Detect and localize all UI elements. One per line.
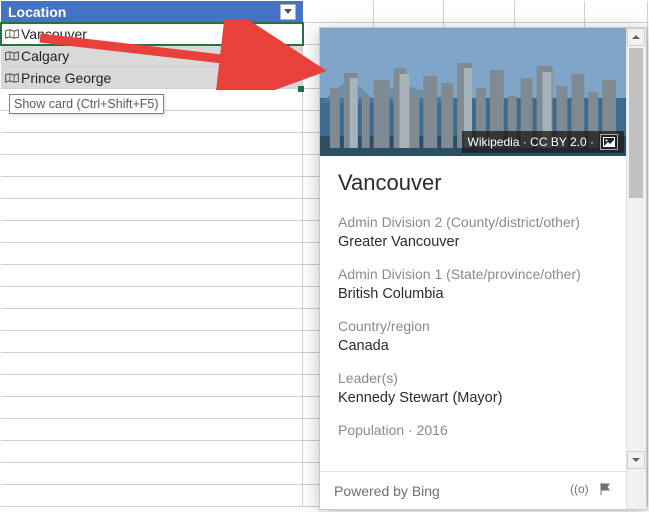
empty-cell[interactable] xyxy=(1,419,303,441)
field-value[interactable]: Greater Vancouver xyxy=(338,234,608,250)
field-admin-division-2: Admin Division 2 (County/district/other)… xyxy=(338,214,608,250)
field-value[interactable]: British Columbia xyxy=(338,286,608,302)
field-value[interactable]: Canada xyxy=(338,338,608,354)
svg-text:((o)): ((o)) xyxy=(570,482,588,496)
field-admin-division-1: Admin Division 1 (State/province/other) … xyxy=(338,266,608,302)
scroll-thumb[interactable] xyxy=(629,48,643,198)
empty-cell[interactable] xyxy=(1,397,303,419)
cell-text: Calgary xyxy=(21,48,69,64)
field-label: Admin Division 2 (County/district/other) xyxy=(338,214,608,230)
card-title: Vancouver xyxy=(338,170,608,196)
field-label: Leader(s) xyxy=(338,370,608,386)
empty-cell[interactable] xyxy=(1,485,303,507)
cell-text: Vancouver xyxy=(21,26,87,42)
data-type-card: Wikipedia · CC BY 2.0 · Vancouver Admin … xyxy=(319,27,647,510)
field-label: Population · 2016 xyxy=(338,422,608,438)
flag-icon[interactable] xyxy=(598,482,612,499)
column-header-label: Location xyxy=(8,4,66,20)
geography-icon xyxy=(5,50,19,62)
empty-cell[interactable] xyxy=(1,331,303,353)
empty-cell[interactable] xyxy=(1,221,303,243)
geography-icon xyxy=(5,28,19,40)
field-leaders: Leader(s) Kennedy Stewart (Mayor) xyxy=(338,370,608,406)
card-image[interactable]: Wikipedia · CC BY 2.0 · xyxy=(320,28,626,156)
empty-cell[interactable] xyxy=(1,243,303,265)
field-country-region: Country/region Canada xyxy=(338,318,608,354)
empty-header-cell[interactable] xyxy=(515,1,585,23)
empty-cell[interactable] xyxy=(1,441,303,463)
tooltip-show-card: Show card (Ctrl+Shift+F5) xyxy=(9,94,164,114)
empty-cell[interactable] xyxy=(1,353,303,375)
empty-header-cell[interactable] xyxy=(303,1,374,23)
empty-header-cell[interactable] xyxy=(444,1,515,23)
cell-text: Prince George xyxy=(21,70,111,86)
field-value[interactable]: Kennedy Stewart (Mayor) xyxy=(338,390,608,406)
selection-fill-handle[interactable] xyxy=(298,86,304,92)
cell-calgary[interactable]: Calgary xyxy=(1,45,303,67)
empty-cell[interactable] xyxy=(1,111,303,133)
empty-cell[interactable] xyxy=(1,463,303,485)
empty-header-cell[interactable] xyxy=(374,1,444,23)
geography-icon xyxy=(5,72,19,84)
field-population: Population · 2016 xyxy=(338,422,608,438)
footer-text: Powered by Bing xyxy=(334,483,440,499)
empty-cell[interactable] xyxy=(1,177,303,199)
empty-cell[interactable] xyxy=(1,155,303,177)
card-scrollbar[interactable] xyxy=(626,28,646,509)
empty-cell[interactable] xyxy=(1,133,303,155)
signal-icon[interactable]: ((o)) xyxy=(570,482,588,499)
field-label: Country/region xyxy=(338,318,608,334)
cell-vancouver[interactable]: Vancouver xyxy=(1,23,303,45)
image-expand-icon[interactable] xyxy=(600,134,618,150)
image-credit[interactable]: Wikipedia · CC BY 2.0 · xyxy=(462,131,625,153)
scroll-down-button[interactable] xyxy=(627,451,645,469)
filter-dropdown-button[interactable] xyxy=(280,4,296,20)
card-footer: Powered by Bing ((o)) xyxy=(320,471,626,509)
empty-cell[interactable] xyxy=(1,375,303,397)
column-header-location[interactable]: Location xyxy=(1,1,303,23)
scroll-up-button[interactable] xyxy=(627,28,645,46)
empty-cell[interactable] xyxy=(1,199,303,221)
empty-header-cell[interactable] xyxy=(585,1,648,23)
empty-cell[interactable] xyxy=(1,309,303,331)
empty-cell[interactable] xyxy=(1,287,303,309)
empty-cell[interactable] xyxy=(1,265,303,287)
field-label: Admin Division 1 (State/province/other) xyxy=(338,266,608,282)
cell-prince-george[interactable]: Prince George xyxy=(1,67,303,89)
